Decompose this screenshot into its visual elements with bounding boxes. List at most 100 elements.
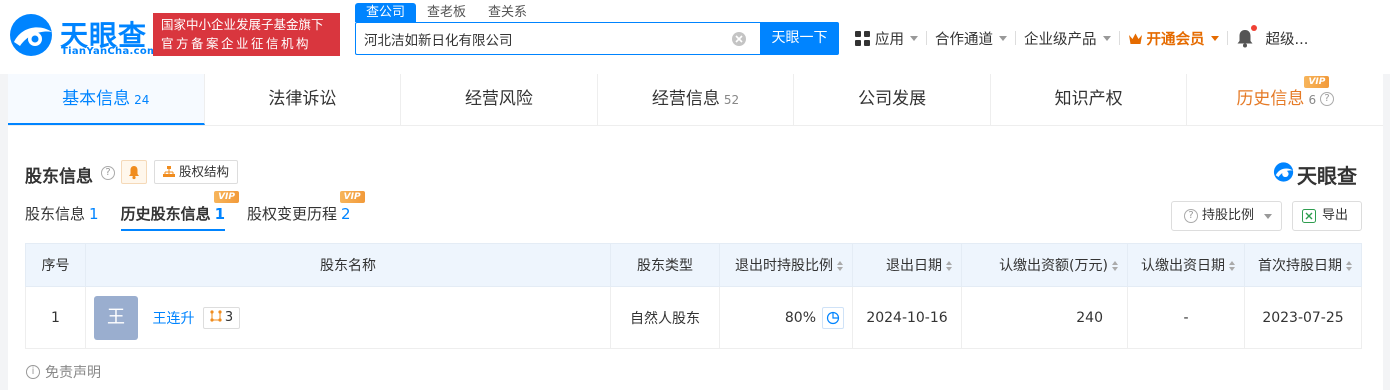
cell-subscribe-date: - xyxy=(1127,286,1245,349)
help-icon[interactable]: ? xyxy=(101,166,115,180)
shareholder-name-link[interactable]: 王连升 xyxy=(152,311,194,327)
user-name: 超级... xyxy=(1265,31,1309,48)
chevron-down-icon xyxy=(1102,35,1111,41)
col-amount[interactable]: 认缴出资额(万元) xyxy=(961,243,1128,287)
user-menu[interactable]: 超级... xyxy=(1266,28,1309,49)
subtab-shareholders[interactable]: 股东信息 1 xyxy=(25,201,99,231)
bell-icon xyxy=(1237,30,1252,48)
col-index: 序号 xyxy=(25,243,86,287)
tab-basic-info[interactable]: 基本信息 24 xyxy=(8,74,205,125)
tianyancha-logo[interactable]: 天眼查 TianYanCha.com xyxy=(8,12,157,58)
avatar: 王 xyxy=(94,295,138,340)
vip-badge: VIP xyxy=(214,191,240,203)
sub-tabs: 股东信息 1 VIP 历史股东信息 1 VIP 股权变更历程 2 xyxy=(25,191,373,231)
subtab-equity-changes[interactable]: VIP 股权变更历程 2 xyxy=(247,191,365,231)
section-title: 股东信息 xyxy=(25,167,93,187)
nav-apps-label: 应用 xyxy=(875,31,904,48)
col-exit-ratio[interactable]: 退出时持股比例 xyxy=(719,243,853,287)
cell-shareholder: 王 王连升 3 xyxy=(85,286,611,349)
sort-icon xyxy=(837,261,843,271)
tab-ip[interactable]: 知识产权 xyxy=(991,74,1188,125)
logo-eye-icon xyxy=(1273,162,1294,182)
disclaimer-link[interactable]: i 免责声明 xyxy=(26,362,101,382)
monitor-button[interactable] xyxy=(121,160,147,184)
sort-icon xyxy=(946,261,952,271)
subtab-label: 历史股东信息 xyxy=(120,205,211,223)
tab-label: 历史信息 xyxy=(1236,89,1305,109)
grid-icon xyxy=(855,30,870,46)
clear-icon[interactable] xyxy=(731,31,747,47)
ratio-chart-button[interactable] xyxy=(822,306,844,329)
col-subscribe-date[interactable]: 认缴出资日期 xyxy=(1127,243,1245,287)
cell-exit-ratio: 80% xyxy=(719,286,853,349)
export-button[interactable]: 导出 xyxy=(1292,201,1362,231)
equity-button-label: 股权结构 xyxy=(179,164,230,179)
subtab-label: 股东信息 xyxy=(25,205,86,223)
relations-count: 3 xyxy=(224,309,234,325)
search-input[interactable] xyxy=(364,23,724,54)
search-tab-boss[interactable]: 查老板 xyxy=(416,3,477,22)
nav-vip[interactable]: 开通会员 xyxy=(1128,28,1219,49)
tab-label: 知识产权 xyxy=(1054,89,1123,109)
col-name: 股东名称 xyxy=(85,243,611,287)
gov-badge: 国家中小企业发展子基金旗下 官方备案企业征信机构 xyxy=(153,13,340,56)
nav-divider xyxy=(926,31,927,45)
exit-ratio-value: 80% xyxy=(784,309,816,326)
nav-partner[interactable]: 合作通道 xyxy=(935,28,1007,49)
subtab-history-shareholders[interactable]: VIP 历史股东信息 1 xyxy=(120,191,240,231)
nav-divider xyxy=(1118,31,1120,45)
tab-label: 经营信息 xyxy=(651,89,720,109)
nav-divider xyxy=(1015,31,1016,45)
chevron-down-icon xyxy=(1264,214,1273,219)
bell-icon xyxy=(129,166,139,180)
help-icon[interactable]: ? xyxy=(1320,92,1335,106)
notification-button[interactable] xyxy=(1236,25,1257,48)
disclaimer-label: 免责声明 xyxy=(45,365,101,381)
tab-label: 法律诉讼 xyxy=(268,89,337,109)
relations-badge[interactable]: 3 xyxy=(202,306,241,329)
subtab-label: 股权变更历程 xyxy=(247,205,338,223)
crown-icon xyxy=(1128,33,1142,44)
cell-type: 自然人股东 xyxy=(610,286,720,349)
logo-eye-icon xyxy=(10,14,52,56)
main-tabs: 基本信息 24 法律诉讼 经营风险 经营信息 52 公司发展 知识产权 VIP 历史… xyxy=(8,74,1383,126)
top-nav: 应用 合作通道 企业级产品 开通会员 超级... xyxy=(855,25,1309,50)
subtab-count: 2 xyxy=(341,205,351,223)
top-header: 天眼查 TianYanCha.com 国家中小企业发展子基金旗下 官方备案企业征… xyxy=(0,0,1390,74)
tab-history[interactable]: VIP 历史信息 6? xyxy=(1187,74,1383,125)
history-shareholder-table: 序号 股东名称 股东类型 退出时持股比例 退出日期 认缴出资额(万元) 认缴出资… xyxy=(25,243,1362,349)
sort-icon xyxy=(1346,261,1352,271)
tab-development[interactable]: 公司发展 xyxy=(794,74,991,125)
cell-index: 1 xyxy=(25,286,86,349)
col-exit-date[interactable]: 退出日期 xyxy=(852,243,962,287)
subtab-count: 1 xyxy=(214,205,226,223)
ratio-filter-dropdown[interactable]: ? 持股比例 xyxy=(1171,201,1282,231)
pie-chart-icon xyxy=(826,311,840,324)
search-box xyxy=(355,22,760,55)
tab-legal[interactable]: 法律诉讼 xyxy=(205,74,402,125)
col-first-date[interactable]: 首次持股日期 xyxy=(1244,243,1362,287)
search-button[interactable]: 天眼一下 xyxy=(760,22,839,55)
cell-amount: 240 xyxy=(961,286,1128,349)
col-type: 股东类型 xyxy=(610,243,720,287)
cell-exit-date: 2024-10-16 xyxy=(852,286,962,349)
help-icon: ? xyxy=(1184,209,1198,223)
nav-enterprise[interactable]: 企业级产品 xyxy=(1024,28,1111,49)
watermark-logo: 天眼查 xyxy=(1273,161,1357,188)
nav-apps[interactable]: 应用 xyxy=(855,28,918,49)
gov-badge-line1: 国家中小企业发展子基金旗下 xyxy=(161,17,324,32)
relation-network-icon xyxy=(210,309,222,322)
sort-icon xyxy=(1112,261,1118,271)
ratio-filter-label: 持股比例 xyxy=(1202,208,1255,223)
search-tab-company[interactable]: 查公司 xyxy=(355,3,417,22)
nav-partner-label: 合作通道 xyxy=(935,31,993,48)
tab-business[interactable]: 经营信息 52 xyxy=(598,74,795,125)
tab-risk[interactable]: 经营风险 xyxy=(401,74,598,125)
cell-first-date: 2023-07-25 xyxy=(1244,286,1362,349)
search-tab-relation[interactable]: 查关系 xyxy=(477,3,538,22)
nav-enterprise-label: 企业级产品 xyxy=(1024,31,1097,48)
export-label: 导出 xyxy=(1322,208,1349,223)
search-type-tabs: 查公司 查老板 查关系 xyxy=(355,3,538,22)
equity-structure-button[interactable]: 股权结构 xyxy=(154,160,239,184)
nav-divider xyxy=(1226,31,1228,45)
